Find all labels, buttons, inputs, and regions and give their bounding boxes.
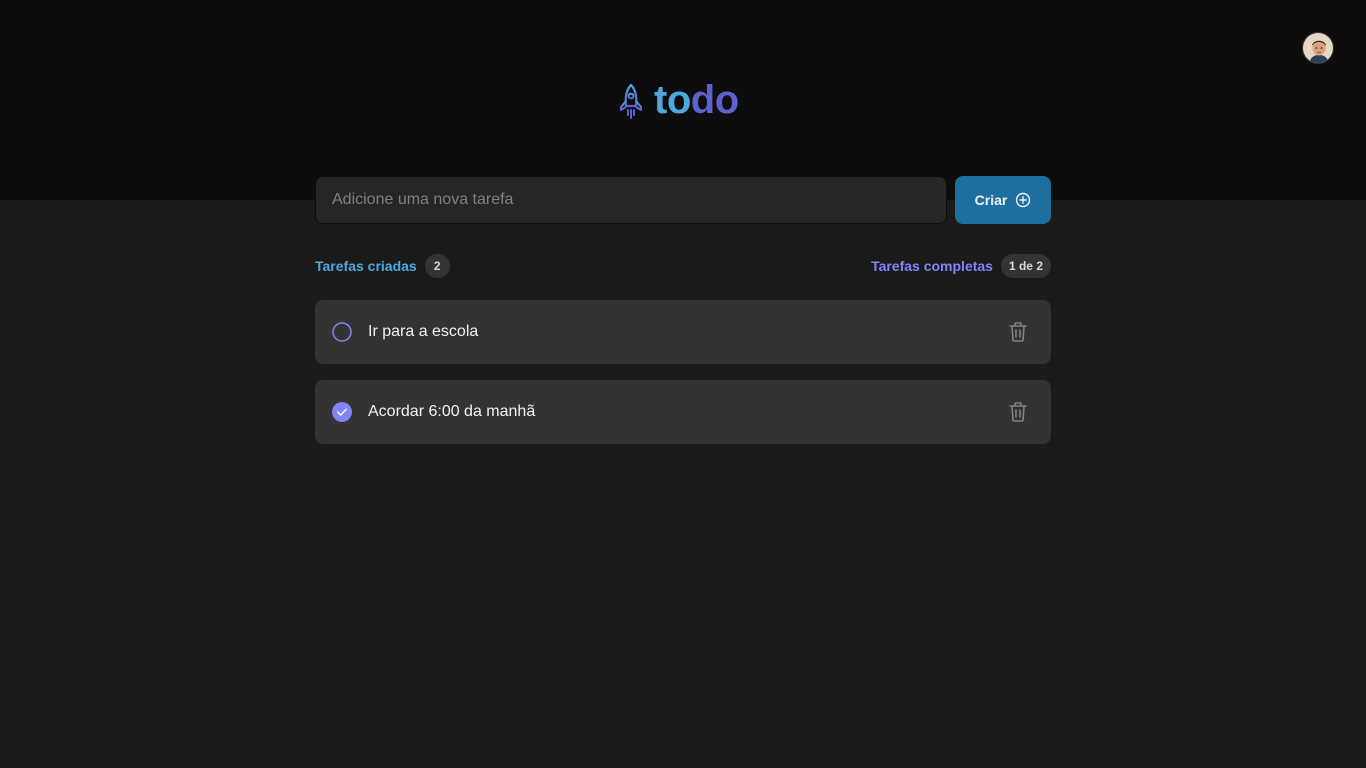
logo-text-to: to bbox=[654, 78, 691, 122]
completed-tasks-badge: 1 de 2 bbox=[1000, 253, 1051, 278]
task-list: Ir para a escola Acordar 6:00 da manhã bbox=[315, 300, 1051, 444]
delete-task-button[interactable] bbox=[1006, 400, 1030, 424]
app-logo: todo bbox=[617, 78, 739, 124]
completed-tasks-counter: Tarefas completas 1 de 2 bbox=[871, 253, 1051, 278]
new-task-input[interactable] bbox=[315, 176, 947, 224]
created-tasks-label: Tarefas criadas bbox=[315, 257, 417, 274]
trash-icon bbox=[1009, 402, 1027, 422]
created-tasks-counter: Tarefas criadas 2 bbox=[315, 253, 450, 278]
create-button[interactable]: Criar bbox=[955, 176, 1051, 224]
task-item: Ir para a escola bbox=[315, 300, 1051, 364]
trash-icon bbox=[1009, 322, 1027, 342]
logo-wordmark: todo bbox=[654, 78, 739, 122]
task-summary: Tarefas criadas 2 Tarefas completas 1 de… bbox=[315, 252, 1051, 279]
plus-circle-icon bbox=[1016, 192, 1031, 208]
task-text: Acordar 6:00 da manhã bbox=[368, 403, 536, 420]
new-task-form: Criar bbox=[315, 176, 1051, 224]
create-button-label: Criar bbox=[974, 192, 1008, 208]
rocket-icon bbox=[620, 83, 642, 119]
completed-tasks-label: Tarefas completas bbox=[871, 257, 993, 274]
task-checkbox-checked-icon[interactable] bbox=[332, 402, 352, 422]
delete-task-button[interactable] bbox=[1006, 320, 1030, 344]
logo-text-do: do bbox=[690, 78, 739, 122]
user-avatar[interactable] bbox=[1302, 32, 1334, 64]
task-item: Acordar 6:00 da manhã bbox=[315, 380, 1051, 444]
task-text: Ir para a escola bbox=[368, 323, 479, 340]
task-checkbox-unchecked-icon[interactable] bbox=[332, 322, 352, 342]
created-tasks-badge: 2 bbox=[424, 253, 450, 278]
